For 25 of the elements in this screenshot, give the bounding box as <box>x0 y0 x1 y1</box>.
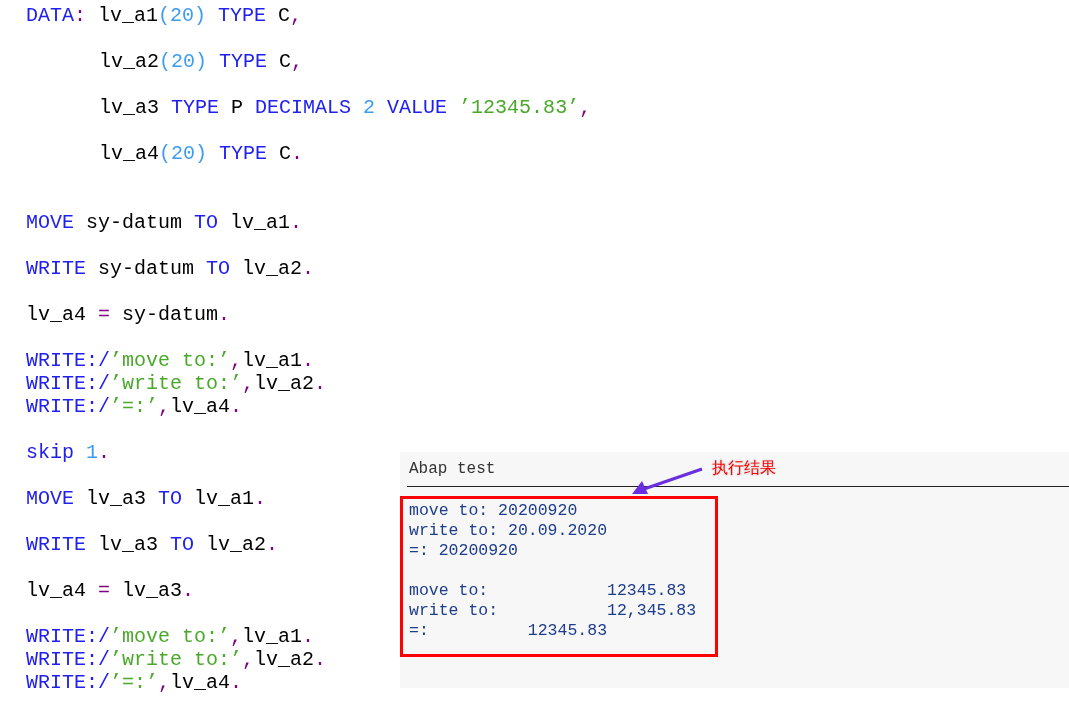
code-line: WRITE sy-datum TO lv_a2. <box>26 257 315 280</box>
code-line: WRITE:/’move to:’,lv_a1. <box>26 625 315 648</box>
code-line: lv_a4 = sy-datum. <box>26 303 231 326</box>
output-line: =: 20200920 <box>409 541 518 561</box>
annotation-label: 执行结果 <box>712 458 776 479</box>
code-line: WRITE:/’=:’,lv_a4. <box>26 671 243 694</box>
code-line: MOVE sy-datum TO lv_a1. <box>26 211 303 234</box>
code-line: lv_a4(20) TYPE C. <box>98 142 304 165</box>
code-line: lv_a3 TYPE P DECIMALS 2 VALUE ’12345.83’, <box>98 96 592 119</box>
window-title: Abap test <box>409 460 496 480</box>
code-line: WRITE:/’=:’,lv_a4. <box>26 395 243 418</box>
code-line: WRITE:/’write to:’,lv_a2. <box>26 372 327 395</box>
output-line: =: 12345.83 <box>409 621 608 641</box>
output-line: write to: 20.09.2020 <box>409 521 608 541</box>
code-line: lv_a2(20) TYPE C, <box>98 50 304 73</box>
code-line: MOVE lv_a3 TO lv_a1. <box>26 487 267 510</box>
code-line: WRITE:/’move to:’,lv_a1. <box>26 349 315 372</box>
code-line: skip 1. <box>26 441 111 464</box>
code-line: WRITE lv_a3 TO lv_a2. <box>26 533 279 556</box>
output-line: write to: 12,345.83 <box>409 601 697 621</box>
code-line: DATA: lv_a1(20) TYPE C, <box>26 4 303 27</box>
code-line: lv_a4 = lv_a3. <box>26 579 195 602</box>
output-line: move to: 20200920 <box>409 501 578 521</box>
code-line: WRITE:/’write to:’,lv_a2. <box>26 648 327 671</box>
output-line: move to: 12345.83 <box>409 581 687 601</box>
